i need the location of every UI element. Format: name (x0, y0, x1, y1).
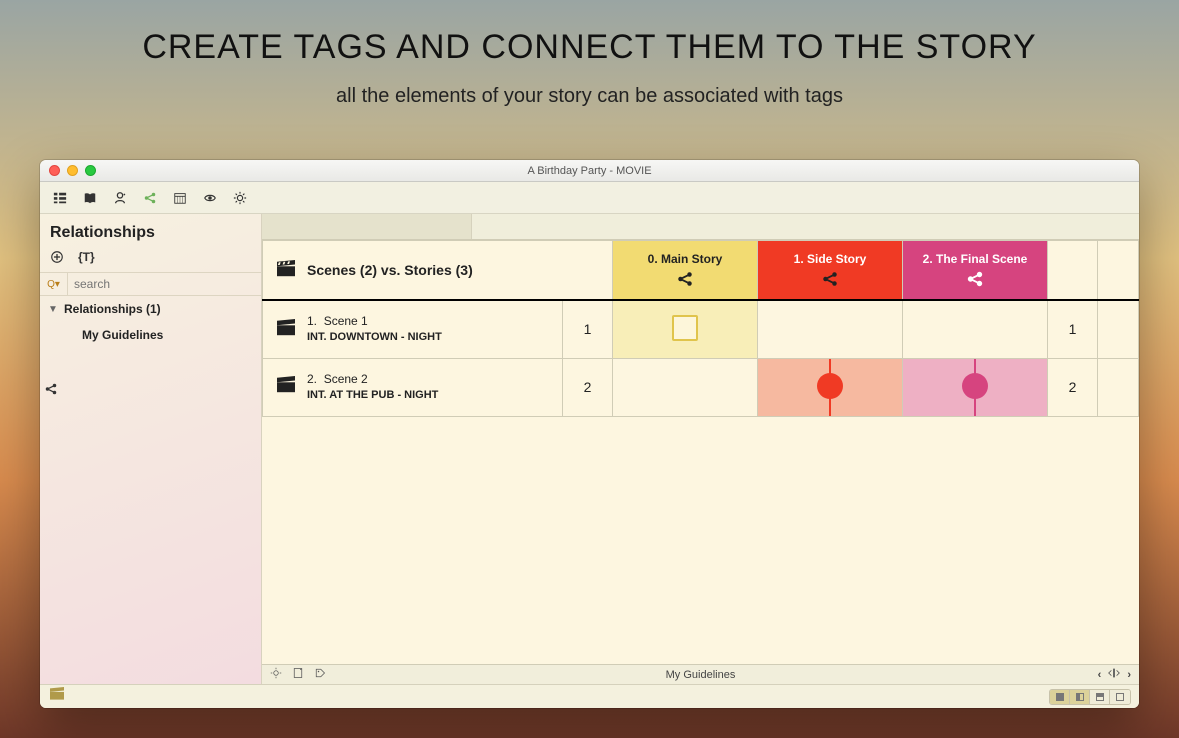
grid-cell[interactable] (758, 300, 903, 358)
row-count-right: 2 (1048, 358, 1098, 416)
row-count-right: 1 (1048, 300, 1098, 358)
relationship-grid: Scenes (2) vs. Stories (3) 0. Main Story (262, 240, 1139, 664)
story-label: 1. Side Story (794, 252, 867, 266)
scene-num: 1. (307, 314, 317, 328)
main-toolbar (40, 182, 1139, 214)
status-bar: My Guidelines ‹ › (262, 664, 1139, 684)
view-mode-3[interactable] (1090, 690, 1110, 704)
search-mode-toggle[interactable]: Q▾ (40, 273, 68, 295)
view-mode-segmented[interactable] (1049, 689, 1131, 705)
template-tag-button[interactable]: {T} (78, 250, 96, 266)
add-button[interactable] (50, 250, 68, 266)
close-window-button[interactable] (49, 165, 60, 176)
scene-slug: INT. DOWNTOWN - NIGHT (307, 330, 442, 344)
scene-slug: INT. AT THE PUB - NIGHT (307, 388, 438, 402)
next-button[interactable]: › (1127, 669, 1131, 681)
scene-num: 2. (307, 372, 317, 386)
clapboard-icon (275, 376, 297, 397)
main-tabs (262, 214, 1139, 240)
divider-icon[interactable] (1107, 667, 1121, 682)
tree-root-relationships[interactable]: ▼ Relationships (1) (40, 296, 261, 322)
main-area: Scenes (2) vs. Stories (3) 0. Main Story (262, 214, 1139, 684)
outline-view-icon[interactable] (52, 190, 68, 206)
window-title: A Birthday Party - MOVIE (527, 165, 651, 177)
scene-row-2[interactable]: 2. Scene 2 INT. AT THE PUB - NIGHT 2 2 (263, 358, 1139, 416)
titlebar: A Birthday Party - MOVIE (40, 160, 1139, 182)
tree-item-my-guidelines[interactable]: My Guidelines (40, 322, 261, 348)
prev-button[interactable]: ‹ (1098, 669, 1102, 681)
clapboard-icon (275, 260, 297, 281)
tag-icon[interactable] (314, 667, 326, 682)
clapboard-icon (275, 319, 297, 340)
grid-cell[interactable] (613, 358, 758, 416)
scene-name: Scene 1 (324, 314, 368, 328)
scene-row-1[interactable]: 1. Scene 1 INT. DOWNTOWN - NIGHT 1 1 (263, 300, 1139, 358)
view-mode-1[interactable] (1050, 690, 1070, 704)
row-count-left: 1 (563, 300, 613, 358)
tree-item-label: My Guidelines (82, 328, 163, 342)
app-window: A Birthday Party - MOVIE (40, 160, 1139, 708)
eye-icon[interactable] (202, 190, 218, 206)
grid-cell[interactable] (613, 300, 758, 358)
story-label: 2. The Final Scene (923, 252, 1028, 266)
gear-icon[interactable] (232, 190, 248, 206)
tree-root-label: Relationships (1) (64, 302, 161, 316)
book-icon[interactable] (82, 190, 98, 206)
maximize-window-button[interactable] (85, 165, 96, 176)
hero-title: CREATE TAGS AND CONNECT THEM TO THE STOR… (0, 0, 1179, 67)
story-label: 0. Main Story (648, 252, 723, 266)
sidebar-share-icon[interactable] (44, 382, 58, 401)
sidebar: Relationships {T} Q▾ ▼ Relationships (1) (40, 214, 262, 684)
story-header-2[interactable]: 2. The Final Scene (903, 241, 1048, 301)
story-header-1[interactable]: 1. Side Story (758, 241, 903, 301)
project-icon[interactable] (48, 687, 66, 706)
share-icon[interactable] (142, 190, 158, 206)
status-center-label: My Guidelines (666, 669, 736, 681)
view-mode-2[interactable] (1070, 690, 1090, 704)
grid-cell[interactable] (903, 358, 1048, 416)
search-input[interactable] (68, 273, 261, 295)
characters-icon[interactable] (112, 190, 128, 206)
sidebar-title: Relationships (40, 214, 261, 250)
grid-cell[interactable] (758, 358, 903, 416)
grid-header-label: Scenes (2) vs. Stories (3) (307, 262, 473, 278)
footer-bar (40, 684, 1139, 708)
disclosure-triangle-icon[interactable]: ▼ (48, 304, 58, 315)
story-header-0[interactable]: 0. Main Story (613, 241, 758, 301)
grid-cell[interactable] (903, 300, 1048, 358)
view-mode-4[interactable] (1110, 690, 1130, 704)
note-icon[interactable] (292, 667, 304, 682)
calendar-icon[interactable] (172, 190, 188, 206)
scene-name: Scene 2 (324, 372, 368, 386)
tab-segment[interactable] (262, 214, 472, 239)
gear-icon[interactable] (270, 667, 282, 682)
minimize-window-button[interactable] (67, 165, 78, 176)
hero-subtitle: all the elements of your story can be as… (0, 85, 1179, 108)
row-count-left: 2 (563, 358, 613, 416)
